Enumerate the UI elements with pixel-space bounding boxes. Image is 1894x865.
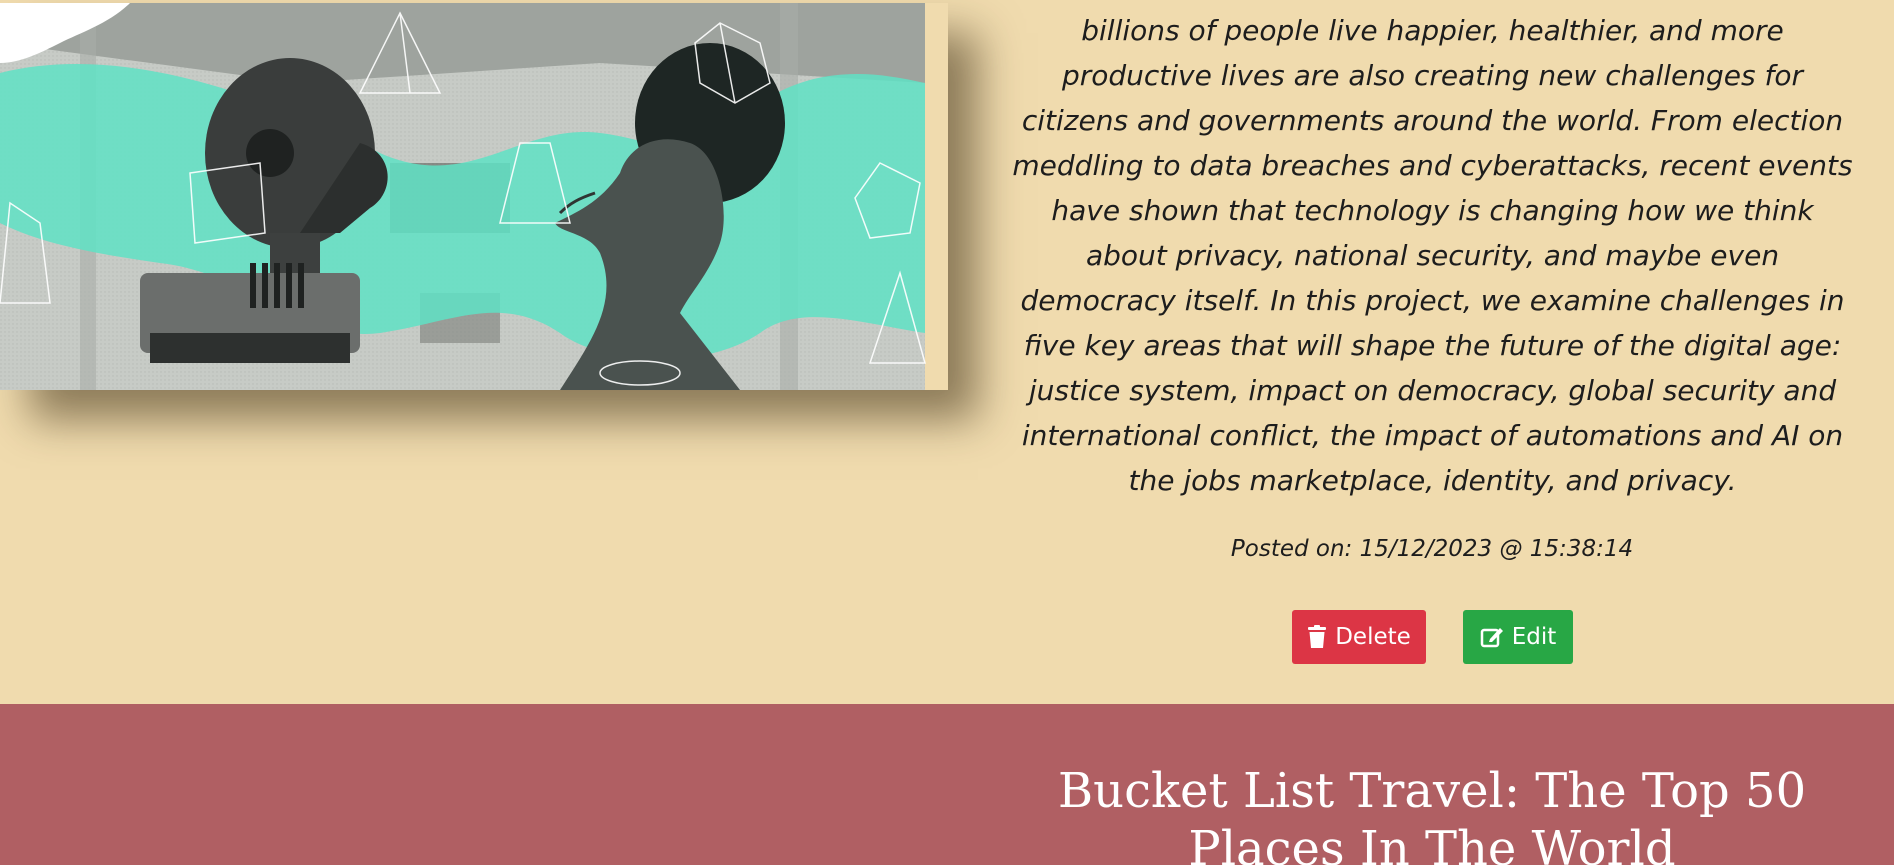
next-post-section: Bucket List Travel: The Top 50 Places In…: [0, 704, 1894, 865]
edit-icon: [1480, 628, 1503, 648]
next-post-title[interactable]: Bucket List Travel: The Top 50 Places In…: [985, 762, 1879, 865]
post-illustration: [0, 3, 948, 390]
post-image[interactable]: [0, 3, 948, 390]
delete-label: Delete: [1335, 624, 1411, 650]
edit-button[interactable]: Edit: [1463, 610, 1573, 664]
post-section: billions of people live happier, healthi…: [0, 0, 1894, 704]
edit-label: Edit: [1511, 624, 1557, 650]
delete-button[interactable]: Delete: [1292, 610, 1426, 664]
trash-icon: [1308, 625, 1327, 648]
post-body-text: billions of people live happier, healthi…: [1012, 14, 1853, 497]
post-timestamp: Posted on: 15/12/2023 @ 15:38:14: [1230, 536, 1634, 562]
